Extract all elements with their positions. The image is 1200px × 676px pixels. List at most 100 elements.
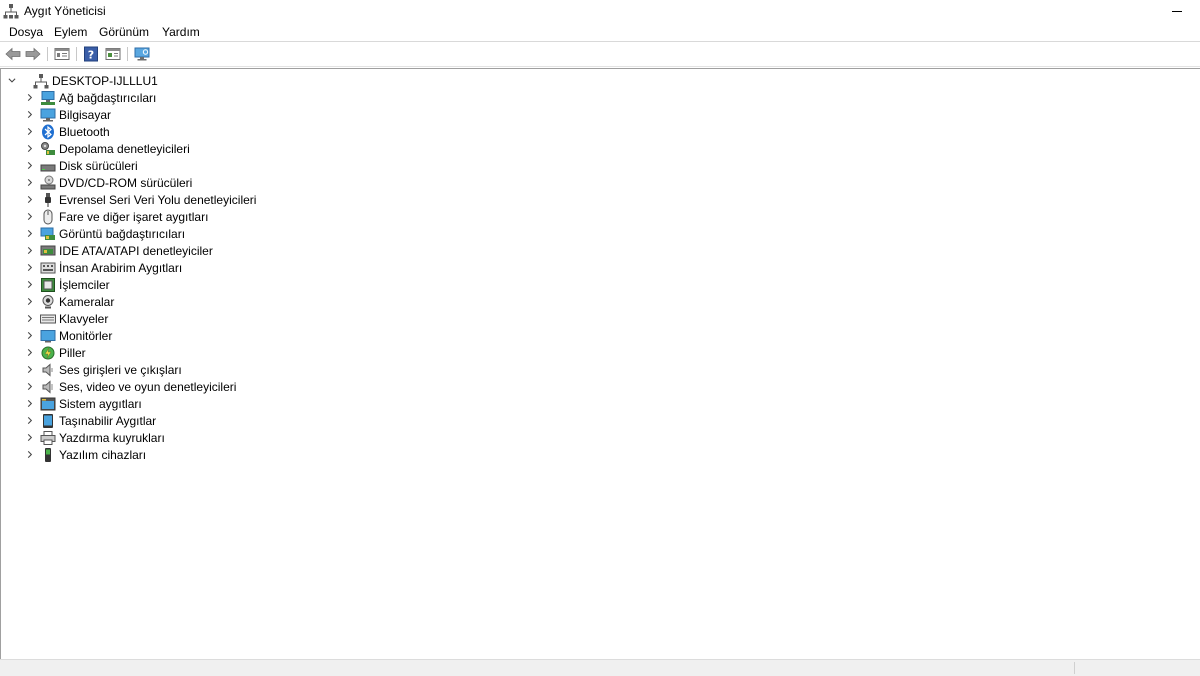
tree-item-system-devices[interactable]: Sistem aygıtları xyxy=(26,395,142,412)
chevron-right-icon[interactable] xyxy=(26,383,34,391)
processor-icon xyxy=(41,277,55,292)
tree-item-bluetooth[interactable]: Bluetooth xyxy=(26,123,110,140)
ide-controller-icon xyxy=(40,245,56,255)
chevron-right-icon[interactable] xyxy=(26,196,34,204)
tree-root[interactable]: DESKTOP-IJLLLU1 xyxy=(8,72,158,89)
chevron-right-icon[interactable] xyxy=(26,298,34,306)
storage-controller-icon xyxy=(41,141,55,155)
menu-bar: Dosya Eylem Görünüm Yardım xyxy=(0,22,1200,42)
update-driver-icon[interactable] xyxy=(105,46,121,62)
chevron-right-icon[interactable] xyxy=(26,434,34,442)
tree-item-label: Fare ve diğer işaret aygıtları xyxy=(59,209,209,224)
tree-item-computer[interactable]: Bilgisayar xyxy=(26,106,111,123)
tree-item-cameras[interactable]: Kameralar xyxy=(26,293,114,310)
chevron-right-icon[interactable] xyxy=(26,366,34,374)
tree-item-label: Yazdırma kuyrukları xyxy=(59,430,165,445)
tree-item-portable-devices[interactable]: Taşınabilir Aygıtlar xyxy=(26,412,156,429)
chevron-down-icon[interactable] xyxy=(8,77,16,85)
toolbar-separator xyxy=(47,47,48,61)
chevron-right-icon[interactable] xyxy=(26,145,34,153)
chevron-right-icon[interactable] xyxy=(26,264,34,272)
scan-hardware-icon[interactable] xyxy=(134,46,150,62)
tree-item-processors[interactable]: İşlemciler xyxy=(26,276,110,293)
chevron-right-icon[interactable] xyxy=(26,281,34,289)
tree-item-software-devices[interactable]: Yazılım cihazları xyxy=(26,446,146,463)
help-icon[interactable]: ? xyxy=(83,46,99,62)
tree-item-storage-controllers[interactable]: Depolama denetleyicileri xyxy=(26,140,190,157)
tree-item-hid[interactable]: İnsan Arabirim Aygıtları xyxy=(26,259,182,276)
tree-item-disk-drives[interactable]: Disk sürücüleri xyxy=(26,157,138,174)
minimize-icon xyxy=(1172,10,1182,12)
display-adapter-icon xyxy=(40,227,55,240)
tree-item-keyboards[interactable]: Klavyeler xyxy=(26,310,108,327)
toolbar-separator xyxy=(76,47,77,61)
tree-item-monitors[interactable]: Monitörler xyxy=(26,327,112,344)
menu-eylem[interactable]: Eylem xyxy=(54,25,87,39)
chevron-right-icon[interactable] xyxy=(26,111,34,119)
toolbar-separator xyxy=(127,47,128,61)
device-tree: DESKTOP-IJLLLU1 Ağ bağdaştırıcıları Bilg… xyxy=(0,68,1200,660)
window-title: Aygıt Yöneticisi xyxy=(24,4,106,18)
chevron-right-icon[interactable] xyxy=(26,179,34,187)
speaker-icon xyxy=(42,362,53,377)
chevron-right-icon[interactable] xyxy=(26,94,34,102)
dvd-drive-icon xyxy=(40,175,56,189)
tree-item-label: Ses girişleri ve çıkışları xyxy=(59,362,182,377)
mouse-icon xyxy=(43,209,53,224)
back-arrow-icon[interactable] xyxy=(5,46,21,62)
disk-drive-icon xyxy=(40,164,56,171)
tree-item-label: Taşınabilir Aygıtlar xyxy=(59,413,157,428)
chevron-right-icon[interactable] xyxy=(26,162,34,170)
portable-device-icon xyxy=(43,413,53,428)
chevron-right-icon[interactable] xyxy=(26,128,34,136)
tree-item-audio-io[interactable]: Ses girişleri ve çıkışları xyxy=(26,361,182,378)
tree-item-label: IDE ATA/ATAPI denetleyiciler xyxy=(59,243,213,258)
chevron-right-icon[interactable] xyxy=(26,247,34,255)
computer-network-icon xyxy=(33,73,49,88)
toolbar: ? xyxy=(0,42,1200,67)
computer-icon xyxy=(40,108,56,121)
bluetooth-icon xyxy=(42,124,54,139)
chevron-right-icon[interactable] xyxy=(26,315,34,323)
minimize-button[interactable] xyxy=(1154,0,1200,22)
chevron-right-icon[interactable] xyxy=(26,213,34,221)
menu-dosya[interactable]: Dosya xyxy=(9,25,43,39)
chevron-right-icon[interactable] xyxy=(26,230,34,238)
usb-icon xyxy=(45,192,51,207)
tree-item-dvd-drives[interactable]: DVD/CD-ROM sürücüleri xyxy=(26,174,192,191)
tree-item-label: Bilgisayar xyxy=(59,107,112,122)
tree-item-label: Sistem aygıtları xyxy=(59,396,142,411)
tree-item-label: Yazılım cihazları xyxy=(59,447,147,462)
hid-icon xyxy=(40,262,56,273)
printer-icon xyxy=(40,430,56,445)
tree-item-usb-controllers[interactable]: Evrensel Seri Veri Yolu denetleyicileri xyxy=(26,191,256,208)
keyboard-icon xyxy=(40,314,56,323)
device-manager-app-icon xyxy=(3,4,19,19)
monitor-icon xyxy=(40,329,56,342)
title-bar: Aygıt Yöneticisi xyxy=(0,0,1200,22)
tree-item-network-adapters[interactable]: Ağ bağdaştırıcıları xyxy=(26,89,156,106)
forward-arrow-icon[interactable] xyxy=(25,46,41,62)
tree-item-print-queues[interactable]: Yazdırma kuyrukları xyxy=(26,429,165,446)
menu-gorunum[interactable]: Görünüm xyxy=(99,25,149,39)
chevron-right-icon[interactable] xyxy=(26,451,34,459)
properties-icon[interactable] xyxy=(54,46,70,62)
tree-item-label: İşlemciler xyxy=(59,277,110,292)
tree-item-ide-controllers[interactable]: IDE ATA/ATAPI denetleyiciler xyxy=(26,242,213,259)
chevron-right-icon[interactable] xyxy=(26,400,34,408)
tree-item-label: Görüntü bağdaştırıcıları xyxy=(59,226,186,241)
menu-yardim[interactable]: Yardım xyxy=(162,25,200,39)
tree-item-mice[interactable]: Fare ve diğer işaret aygıtları xyxy=(26,208,208,225)
tree-item-label: Depolama denetleyicileri xyxy=(59,141,190,156)
tree-item-sound-controllers[interactable]: Ses, video ve oyun denetleyicileri xyxy=(26,378,236,395)
chevron-right-icon[interactable] xyxy=(26,332,34,340)
tree-item-label: Evrensel Seri Veri Yolu denetleyicileri xyxy=(59,192,257,207)
tree-item-batteries[interactable]: Piller xyxy=(26,344,86,361)
tree-item-label: Ses, video ve oyun denetleyicileri xyxy=(59,379,237,394)
tree-root-label: DESKTOP-IJLLLU1 xyxy=(52,73,158,88)
tree-item-label: Piller xyxy=(59,345,86,360)
chevron-right-icon[interactable] xyxy=(26,417,34,425)
software-device-icon xyxy=(45,447,51,462)
chevron-right-icon[interactable] xyxy=(26,349,34,357)
tree-item-display-adapters[interactable]: Görüntü bağdaştırıcıları xyxy=(26,225,185,242)
